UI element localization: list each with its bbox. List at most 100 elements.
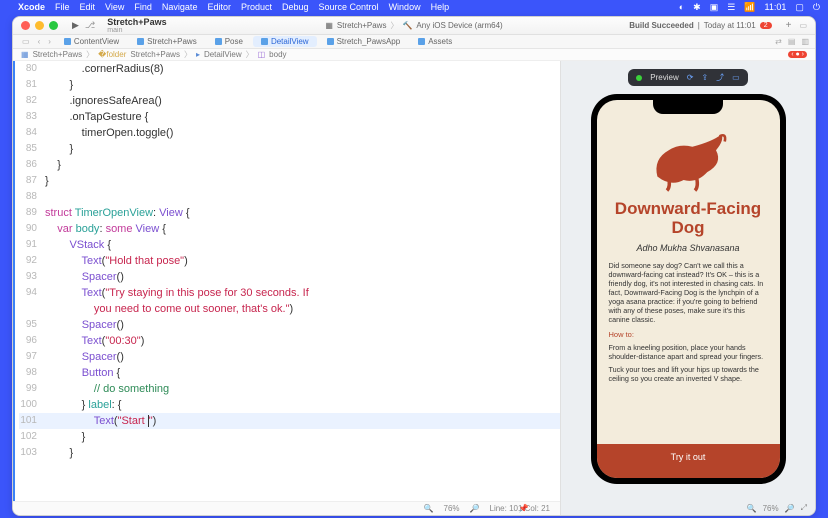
code-line[interactable]: 89struct TimerOpenView: View { — [19, 205, 560, 221]
fit-icon[interactable]: ⤢ — [801, 503, 807, 513]
toggle-nav-icon[interactable]: ▭ — [19, 37, 33, 46]
code-line[interactable]: 101 Text("Start ") — [19, 413, 560, 429]
menu-app[interactable]: Xcode — [18, 2, 45, 12]
pose-step: From a kneeling position, place your han… — [609, 343, 768, 361]
pose-description: Did someone say dog? Can't we call this … — [609, 261, 768, 324]
menu-item[interactable]: Source Control — [319, 2, 379, 12]
zoom-in-icon[interactable]: 🔎 — [785, 504, 795, 513]
zoom-out-icon[interactable]: 🔍 — [424, 501, 434, 516]
code-line[interactable]: 98 Button { — [19, 365, 560, 381]
crumb-error-badge[interactable]: ‹ ● › — [788, 51, 807, 58]
device-settings-icon[interactable]: ▭ — [732, 73, 740, 82]
export-icon[interactable]: ⤴ — [716, 72, 724, 83]
breadcrumb[interactable]: ▦ Stretch+Paws〉 �folder Stretch+Paws〉 ▸ … — [13, 49, 815, 61]
status-icon[interactable]: ◐ — [679, 2, 684, 12]
code-line[interactable]: 93 Spacer() — [19, 269, 560, 285]
code-line[interactable]: 81 } — [19, 77, 560, 93]
code-line[interactable]: 103 } — [19, 445, 560, 461]
editor-tab[interactable]: Stretch_PawsApp — [319, 36, 409, 47]
preview-label: Preview — [650, 73, 678, 82]
code-line[interactable]: 94 Text("Try staying in this pose for 30… — [19, 285, 560, 317]
menu-item[interactable]: Window — [389, 2, 421, 12]
menu-item[interactable]: Product — [241, 2, 272, 12]
code-line[interactable]: 86 } — [19, 157, 560, 173]
editor-tab[interactable]: Assets — [410, 36, 460, 47]
device-icon: 🔨 — [402, 21, 412, 30]
assistant-icon[interactable]: ▥ — [801, 37, 809, 46]
zoom-in-icon[interactable]: 🔎 — [470, 501, 480, 516]
menu-item[interactable]: Edit — [80, 2, 96, 12]
zoom-level[interactable]: 76% — [444, 501, 460, 516]
menu-item[interactable]: File — [55, 2, 70, 12]
editor-tab[interactable]: Stretch+Paws — [129, 36, 205, 47]
editor-statusbar: 🔍 76% 🔎 Line: 101 Col: 21 — [13, 501, 560, 515]
status-icon[interactable]: ▢ — [795, 2, 804, 13]
code-line[interactable]: 80 .cornerRadius(8) — [19, 61, 560, 77]
menubar-time[interactable]: 11:01 — [765, 2, 787, 12]
howto-heading: How to: — [609, 330, 634, 339]
status-icon[interactable]: ⏻ — [813, 2, 820, 13]
status-icon[interactable]: ☰ — [727, 2, 735, 13]
swift-file-icon — [137, 38, 144, 45]
code-line[interactable]: 95 Spacer() — [19, 317, 560, 333]
code-line[interactable]: 84 timerOpen.toggle() — [19, 125, 560, 141]
pin-preview-icon[interactable]: 📌 — [519, 504, 529, 513]
device-name[interactable]: Any iOS Device (arm64) — [416, 21, 502, 30]
code-line[interactable]: 91 VStack { — [19, 237, 560, 253]
code-line[interactable]: 97 Spacer() — [19, 349, 560, 365]
app-screen: Downward-Facing Dog Adho Mukha Shvanasan… — [597, 100, 780, 478]
status-icon[interactable]: 📶 — [744, 2, 755, 13]
refresh-icon[interactable]: ⟳ — [687, 73, 694, 82]
xcode-window: ▶ ⎇ Stretch+Paws main ▦ Stretch+Paws 〉 🔨… — [12, 16, 816, 516]
code-line[interactable]: 102 } — [19, 429, 560, 445]
code-line[interactable]: 100 } label: { — [19, 397, 560, 413]
menu-item[interactable]: Navigate — [162, 2, 198, 12]
code-line[interactable]: 92 Text("Hold that pose") — [19, 253, 560, 269]
swift-file-icon — [64, 38, 71, 45]
code-line[interactable]: 85 } — [19, 141, 560, 157]
error-badge[interactable]: 2 — [760, 22, 772, 29]
status-icon[interactable]: ✱ — [693, 2, 701, 13]
nav-back-icon[interactable]: ‹ — [35, 37, 44, 46]
pin-icon[interactable]: ⇪ — [701, 73, 708, 82]
code-line[interactable]: 87} — [19, 173, 560, 189]
zoom-out-icon[interactable]: 🔍 — [747, 504, 757, 513]
editor-tab[interactable]: Pose — [207, 36, 251, 47]
menu-item[interactable]: Editor — [207, 2, 231, 12]
scheme-name[interactable]: Stretch+Paws — [337, 21, 387, 30]
swift-file-icon — [327, 38, 334, 45]
code-line[interactable]: 83 .onTapGesture { — [19, 109, 560, 125]
menu-item[interactable]: Find — [134, 2, 152, 12]
add-tab-button[interactable]: + — [786, 20, 792, 31]
build-time: Today at 11:01 — [704, 21, 756, 30]
code-line[interactable]: 96 Text("00:30") — [19, 333, 560, 349]
pose-step: Tuck your toes and lift your hips up tow… — [609, 365, 768, 383]
code-line[interactable]: 99 // do something — [19, 381, 560, 397]
menu-item[interactable]: View — [105, 2, 124, 12]
code-line[interactable]: 90 var body: some View { — [19, 221, 560, 237]
menu-item[interactable]: Help — [431, 2, 450, 12]
zoom-button[interactable] — [49, 21, 58, 30]
status-icon[interactable]: ▣ — [710, 2, 719, 13]
nav-forward-icon[interactable]: › — [45, 37, 54, 46]
menu-item[interactable]: Debug — [282, 2, 309, 12]
run-button[interactable]: ▶ — [72, 20, 79, 31]
minimap-icon[interactable]: ▤ — [788, 37, 796, 46]
code-line[interactable]: 88 — [19, 189, 560, 205]
close-button[interactable] — [21, 21, 30, 30]
project-name[interactable]: Stretch+Paws — [107, 18, 166, 27]
code-line[interactable]: 82 .ignoresSafeArea() — [19, 93, 560, 109]
pose-title: Downward-Facing Dog — [609, 200, 768, 237]
try-it-button[interactable]: Try it out — [597, 444, 780, 478]
library-button[interactable]: ▭ — [799, 21, 807, 30]
canvas-preview: Preview ⟳ ⇪ ⤴ ▭ Downward-Facing Dog Adho… — [560, 61, 815, 515]
editor-tabs: ▭ ‹ › ContentViewStretch+PawsPoseDetailV… — [13, 35, 815, 49]
editor-tab[interactable]: DetailView — [253, 36, 317, 47]
editor-tab[interactable]: ContentView — [56, 36, 127, 47]
macos-menubar: Xcode File Edit View Find Navigate Edito… — [0, 0, 828, 14]
minimize-button[interactable] — [35, 21, 44, 30]
code-editor[interactable]: 80 .cornerRadius(8)81 }82 .ignoresSafeAr… — [13, 61, 560, 515]
editor-options-icon[interactable]: ⇄ — [775, 37, 782, 46]
source-control-icon[interactable]: ⎇ — [85, 20, 95, 31]
preview-zoom[interactable]: 76% — [763, 504, 779, 513]
